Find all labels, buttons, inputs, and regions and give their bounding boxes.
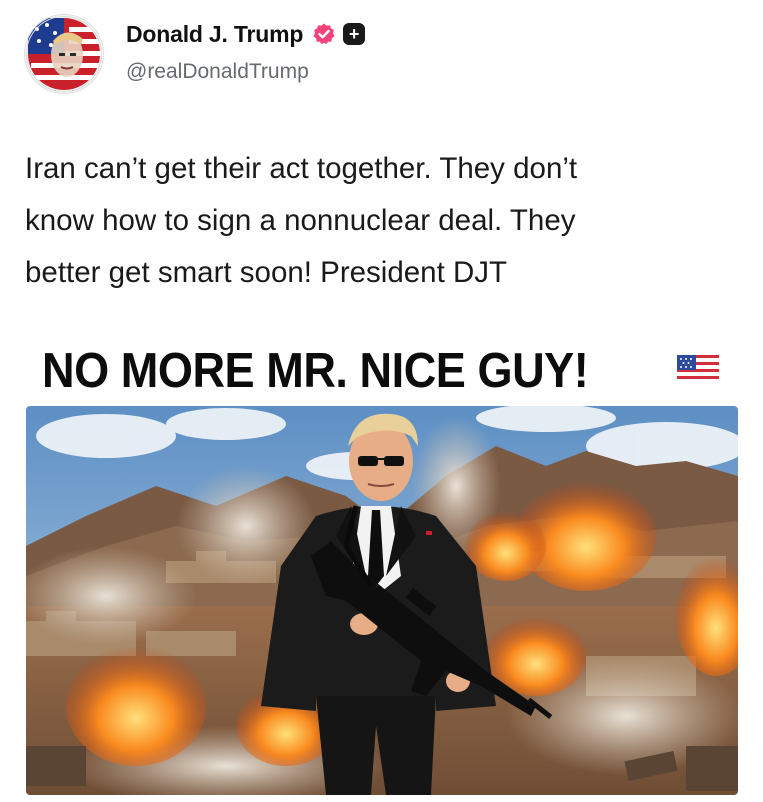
attached-image[interactable] (26, 406, 738, 795)
image-headline-text: NO MORE MR. NICE GUY! (42, 344, 589, 398)
us-flag-emoji-icon (677, 355, 719, 383)
image-headline: NO MORE MR. NICE GUY! (42, 340, 636, 402)
plus-badge-icon: + (343, 23, 366, 45)
display-name[interactable]: Donald J. Trump (126, 21, 303, 48)
post-body-line: know how to sign a nonnuclear deal. They (25, 204, 576, 237)
author-handle[interactable]: @realDonaldTrump (126, 60, 365, 84)
verified-badge-icon (313, 23, 335, 45)
author-names: Donald J. Trump + @realDonaldTrump (126, 18, 366, 84)
post-header: Donald J. Trump + @realDonaldTrump (24, 14, 739, 94)
post-body-line: better get smart soon! President DJT (25, 256, 508, 289)
post-body-line: Iran can’t get their act together. They … (25, 152, 578, 185)
post-body: Iran can’t get their act together. They … (25, 143, 740, 299)
scene-man-with-rifle-explosions (26, 406, 738, 795)
display-name-row: Donald J. Trump + (126, 18, 366, 50)
avatar[interactable] (24, 14, 104, 94)
flag-portrait-avatar-icon (25, 15, 103, 93)
